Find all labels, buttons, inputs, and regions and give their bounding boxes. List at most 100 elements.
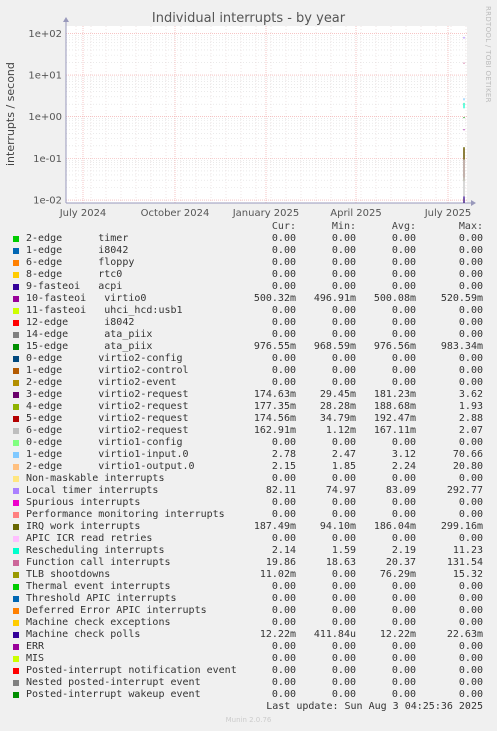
legend-swatch: [13, 632, 19, 638]
value-min: 74.97: [325, 485, 356, 496]
value-avg: 976.56m: [373, 341, 416, 352]
series-name: 1-edge virtio1-input.0: [26, 449, 189, 460]
value-min: 0.00: [331, 377, 356, 388]
series-name: Performance monitoring interrupts: [26, 509, 225, 520]
value-max: 15.32: [452, 569, 483, 580]
value-avg: 0.00: [391, 473, 416, 484]
legend-row: 8-edge rtc0 0.00 0.00 0.00 0.00: [0, 269, 497, 281]
legend-row: Deferred Error APIC interrupts 0.00 0.00 0.…: [0, 605, 497, 617]
y-tick-label: 1e+01: [28, 71, 62, 82]
value-avg: 0.00: [391, 689, 416, 700]
series-name: 8-edge rtc0: [26, 269, 123, 280]
legend-swatch: [13, 320, 19, 326]
value-cur: 0.00: [271, 605, 296, 616]
x-tick-label: October 2024: [141, 208, 210, 219]
value-avg: 186.04m: [373, 521, 416, 532]
value-max: 0.00: [458, 437, 483, 448]
value-min: 2.47: [331, 449, 356, 460]
value-max: 0.00: [458, 593, 483, 604]
value-avg: 188.68m: [373, 401, 416, 412]
value-avg: 20.37: [385, 557, 416, 568]
series-name: Rescheduling interrupts: [26, 545, 165, 556]
value-max: 0.00: [458, 353, 483, 364]
value-max: 0.00: [458, 245, 483, 256]
value-avg: 0.00: [391, 437, 416, 448]
value-avg: 0.00: [391, 533, 416, 544]
legend-swatch: [13, 272, 19, 278]
legend-row: 2-edge virtio2-event 0.00 0.00 0.00 0.00: [0, 377, 497, 389]
legend-swatch: [13, 296, 19, 302]
legend-swatch: [13, 308, 19, 314]
value-max: 520.59m: [440, 293, 483, 304]
series-name: 10-fasteoi virtio0: [26, 293, 147, 304]
value-cur: 12.22m: [259, 629, 296, 640]
series-name: TLB shootdowns: [26, 569, 111, 580]
value-min: 0.00: [331, 257, 356, 268]
series-name: Nested posted-interrupt event: [26, 677, 201, 688]
series-name: 12-edge i8042: [26, 317, 135, 328]
value-avg: 0.00: [391, 665, 416, 676]
legend-row: 14-edge ata_piix 0.00 0.00 0.00 0.00: [0, 329, 497, 341]
value-min: 0.00: [331, 677, 356, 688]
value-avg: 0.00: [391, 257, 416, 268]
value-min: 0.00: [331, 653, 356, 664]
x-tick-label: April 2025: [330, 208, 381, 219]
value-avg: 76.29m: [379, 569, 416, 580]
value-max: 0.00: [458, 305, 483, 316]
legend-swatch: [13, 656, 19, 662]
value-avg: 0.00: [391, 509, 416, 520]
legend-swatch: [13, 236, 19, 242]
value-cur: 0.00: [271, 677, 296, 688]
series-name: 14-edge ata_piix: [26, 329, 153, 340]
series-name: Non-maskable interrupts: [26, 473, 165, 484]
series-name: Local timer interrupts: [26, 485, 159, 496]
value-avg: 192.47m: [373, 413, 416, 424]
value-min: 0.00: [331, 365, 356, 376]
value-avg: 0.00: [391, 245, 416, 256]
value-max: 0.00: [458, 317, 483, 328]
last-update: Last update: Sun Aug 3 04:25:36 2025: [266, 701, 483, 712]
legend-swatch: [13, 248, 19, 254]
value-cur: 0.00: [271, 653, 296, 664]
legend-swatch: [13, 476, 19, 482]
legend-row: Posted-interrupt wakeup event 0.00 0.00 0.0…: [0, 689, 497, 701]
value-cur: 0.00: [271, 329, 296, 340]
value-avg: 0.00: [391, 365, 416, 376]
value-avg: 0.00: [391, 317, 416, 328]
value-min: 968.59m: [313, 341, 356, 352]
legend-swatch: [13, 428, 19, 434]
legend-swatch: [13, 356, 19, 362]
value-max: 0.00: [458, 653, 483, 664]
value-min: 0.00: [331, 437, 356, 448]
legend-swatch: [13, 560, 19, 566]
value-min: 0.00: [331, 509, 356, 520]
col-avg: Avg:: [391, 221, 416, 232]
value-cur: 0.00: [271, 509, 296, 520]
legend-swatch: [13, 392, 19, 398]
value-min: 0.00: [331, 473, 356, 484]
value-cur: 0.00: [271, 281, 296, 292]
chart-plot: 1e+02 1e+01 1e+00 1e-01 1e-02July 2024 Octobe…: [28, 17, 476, 219]
value-max: 20.80: [452, 461, 483, 472]
value-cur: 0.00: [271, 593, 296, 604]
y-tick-label: 1e-01: [33, 154, 62, 165]
legend-row: MIS 0.00 0.00 0.00 0.00: [0, 653, 497, 665]
series-name: 2-edge virtio2-event: [26, 377, 177, 388]
value-cur: 19.86: [265, 557, 296, 568]
value-min: 0.00: [331, 269, 356, 280]
series-name: MIS: [26, 653, 45, 664]
value-avg: 2.24: [391, 461, 416, 472]
legend-row: Posted-interrupt notification event 0.00 0…: [0, 665, 497, 677]
value-min: 18.63: [325, 557, 356, 568]
legend-row: 10-fasteoi virtio0 500.32m 496.91m 500.08m 5…: [0, 293, 497, 305]
value-avg: 0.00: [391, 305, 416, 316]
value-min: 0.00: [331, 581, 356, 592]
value-max: 70.66: [452, 449, 483, 460]
legend-swatch: [13, 584, 19, 590]
legend-swatch: [13, 416, 19, 422]
value-cur: 0.00: [271, 269, 296, 280]
value-cur: 174.56m: [253, 413, 296, 424]
series-name: Machine check exceptions: [26, 617, 171, 628]
value-min: 0.00: [331, 305, 356, 316]
value-max: 11.23: [452, 545, 483, 556]
